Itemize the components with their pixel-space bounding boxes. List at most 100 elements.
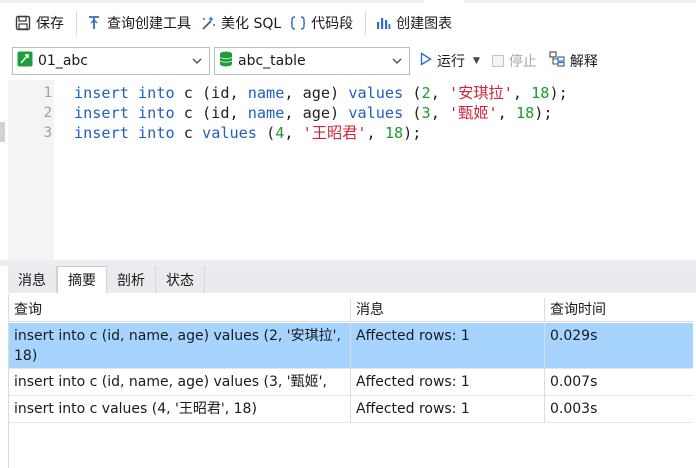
cell-time: 0.029s xyxy=(550,328,598,344)
code-token-number: 4 xyxy=(275,124,285,142)
caret-down-icon[interactable]: ▼ xyxy=(473,56,480,66)
code-token-plain: ( xyxy=(403,104,422,122)
cell-time: 0.003s xyxy=(550,401,598,417)
code-token-string: '王昭君' xyxy=(302,124,367,142)
code-token-keyword: values xyxy=(348,84,404,102)
code-token-number: 18 xyxy=(384,124,404,142)
code-token-plain: , xyxy=(497,104,516,122)
snippet-button[interactable]: 代码段 xyxy=(287,9,359,37)
code-token-keyword: into xyxy=(138,124,175,142)
cell-time: 0.007s xyxy=(550,374,598,390)
column-divider xyxy=(350,396,351,423)
save-button[interactable]: 保存 xyxy=(12,9,70,37)
create-chart-button[interactable]: 创建图表 xyxy=(372,9,458,37)
code-token-plain: ( xyxy=(256,124,276,142)
explain-label: 解释 xyxy=(569,54,598,70)
code-token-keyword: values xyxy=(348,104,404,122)
query-builder-label: 查询创建工具 xyxy=(107,16,191,32)
tab-messages[interactable]: 消息 xyxy=(8,266,57,293)
code-token-keyword: insert xyxy=(74,84,129,102)
database-icon xyxy=(219,51,233,71)
code-token-plain: , xyxy=(284,124,303,142)
column-header-message[interactable]: 消息 xyxy=(351,298,544,322)
column-divider xyxy=(350,298,351,322)
query-builder-button[interactable]: 查询创建工具 xyxy=(83,9,197,37)
connection-value: 01_abc xyxy=(38,53,88,69)
code-token-plain: , xyxy=(366,124,385,142)
code-token-keyword: into xyxy=(138,104,175,122)
editor-fold-marker xyxy=(0,122,5,142)
code-token-plain: , age) xyxy=(284,84,349,102)
table-select[interactable]: abc_table xyxy=(214,47,410,75)
code-token-plain: c xyxy=(174,124,203,142)
code-token-plain: , xyxy=(430,84,449,102)
code-token-plain: ); xyxy=(403,124,422,142)
cell-query-line: insert into c (id, name, age) values (2,… xyxy=(14,328,341,344)
run-button[interactable]: 运行 ▼ xyxy=(420,51,480,71)
stop-button[interactable]: 停止 xyxy=(491,51,537,71)
beautify-sql-button[interactable]: 美化 SQL xyxy=(197,9,287,37)
code-token-keyword: name xyxy=(247,84,285,102)
save-icon xyxy=(14,14,32,32)
column-header-time[interactable]: 查询时间 xyxy=(545,298,693,322)
column-divider xyxy=(350,369,351,396)
magic-wand-icon xyxy=(199,14,217,32)
explain-button[interactable]: 解释 xyxy=(549,51,598,71)
code-token-number: 3 xyxy=(421,104,431,122)
code-token-plain: , xyxy=(512,84,532,102)
stop-icon xyxy=(491,55,504,67)
code-token-keyword: insert xyxy=(74,124,129,142)
column-divider xyxy=(544,323,545,369)
code-token-plain: , age) xyxy=(284,104,349,122)
code-token-keyword: name xyxy=(247,104,285,122)
code-text: insert into c (id, name, age) values (2,… xyxy=(74,83,568,103)
snippet-label: 代码段 xyxy=(311,16,354,32)
code-token-plain: ); xyxy=(534,104,553,122)
column-divider xyxy=(544,396,545,423)
query-builder-icon xyxy=(85,14,103,32)
tab-status[interactable]: 状态 xyxy=(156,266,205,293)
connection-select[interactable]: 01_abc xyxy=(12,47,210,75)
cell-query: insert into c (id, name, age) values (2,… xyxy=(9,323,350,369)
table-row[interactable]: insert into c (id, name, age) values (3,… xyxy=(9,369,693,396)
save-label: 保存 xyxy=(36,16,64,32)
code-token-keyword: values xyxy=(202,124,257,142)
toolbar-separator xyxy=(365,11,367,35)
code-token-plain: c (id, xyxy=(174,104,248,122)
create-chart-label: 创建图表 xyxy=(396,16,453,32)
column-header-query[interactable]: 查询 xyxy=(9,298,350,322)
column-divider xyxy=(544,369,545,396)
code-text: insert into c values (4, '王昭君', 18); xyxy=(74,123,421,143)
code-token-plain: c (id, xyxy=(174,84,248,102)
code-token-string: '甄姬' xyxy=(448,104,498,122)
play-icon xyxy=(420,52,432,70)
sql-editor[interactable]: 1 insert into c (id, name, age) values (2… xyxy=(0,80,696,260)
cell-message: Affected rows: 1 xyxy=(356,328,470,344)
main-toolbar: 保存 查询创建工具 美化 SQL 代码段 创建图表 xyxy=(0,3,696,43)
code-token-plain: ); xyxy=(549,84,568,102)
table-row[interactable]: insert into c (id, name, age) values (2,… xyxy=(9,323,693,369)
stop-label: 停止 xyxy=(508,54,537,70)
code-token-keyword: insert xyxy=(74,104,129,122)
table-row[interactable]: insert into c values (4, '王昭君', 18) Affe… xyxy=(9,396,693,423)
query-toolbar: 01_abc abc_table 运行 ▼ 停止 解释 xyxy=(0,44,696,78)
code-token-string: '安琪拉' xyxy=(448,84,513,102)
line-number: 3 xyxy=(43,125,52,141)
column-divider xyxy=(350,323,351,369)
code-token-plain: ( xyxy=(403,84,422,102)
code-token-number: 18 xyxy=(515,104,535,122)
beautify-sql-label: 美化 SQL xyxy=(221,16,282,32)
tab-summary[interactable]: 摘要 xyxy=(57,266,107,293)
results-grid: 查询 消息 查询时间 insert into c (id, name, age)… xyxy=(8,294,693,468)
explain-icon xyxy=(549,51,565,71)
connection-icon xyxy=(17,51,33,71)
cell-message: Affected rows: 1 xyxy=(356,374,470,390)
braces-icon xyxy=(289,14,307,32)
code-token-plain: , xyxy=(430,104,449,122)
tab-profile[interactable]: 剖析 xyxy=(107,266,156,293)
cell-query: insert into c values (4, '王昭君', 18) xyxy=(14,401,257,417)
toolbar-separator xyxy=(76,11,77,35)
line-number: 1 xyxy=(43,85,52,101)
run-label: 运行 xyxy=(437,54,465,70)
